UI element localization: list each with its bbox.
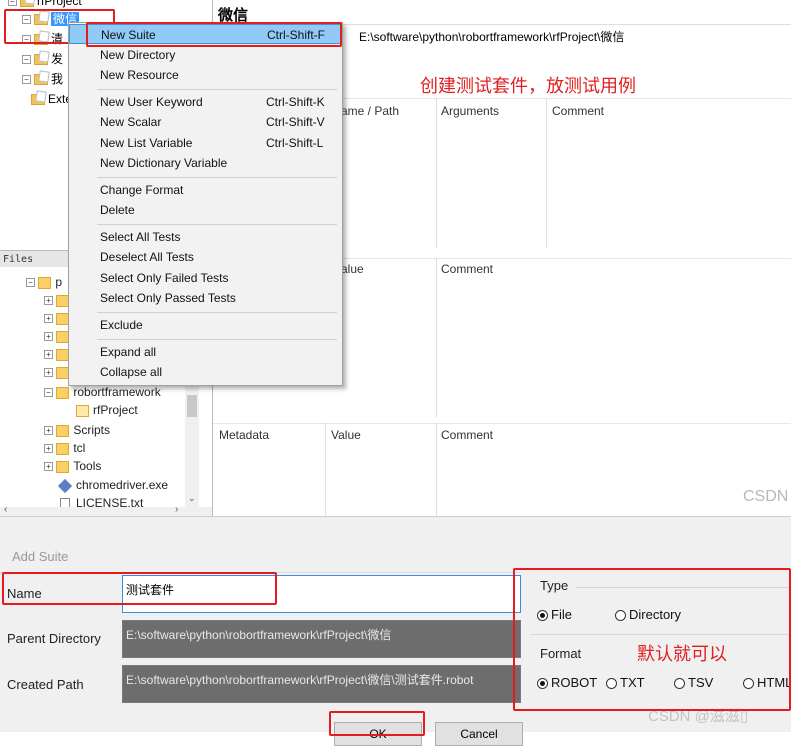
menu-item-exclude[interactable]: Exclude xyxy=(69,315,342,335)
file-item[interactable]: rfProject xyxy=(76,401,138,419)
chevron-down-icon[interactable]: ⌄ xyxy=(188,493,196,504)
divider xyxy=(343,258,791,259)
divider xyxy=(343,98,791,99)
files-horizontal-scrollbar[interactable]: ‹ › xyxy=(0,504,212,516)
created-path-field: E:\software\python\robortframework\rfPro… xyxy=(122,665,521,703)
highlight-box xyxy=(86,22,342,47)
collapse-icon[interactable]: − xyxy=(8,0,17,7)
var-value-header: alue xyxy=(341,262,364,276)
expand-icon[interactable]: + xyxy=(44,350,53,360)
expand-icon[interactable]: + xyxy=(44,296,53,306)
cancel-button[interactable]: Cancel xyxy=(435,722,523,746)
parent-directory-label: Parent Directory xyxy=(7,631,101,646)
chevron-right-icon[interactable]: › xyxy=(175,504,178,515)
divider xyxy=(325,423,326,516)
collapse-icon[interactable]: − xyxy=(22,55,31,65)
folder-icon xyxy=(56,424,70,437)
divider xyxy=(436,423,437,516)
menu-item-new-directory[interactable]: New Directory xyxy=(69,45,342,65)
folder-icon xyxy=(56,460,70,473)
menu-item-change-format[interactable]: Change Format xyxy=(69,180,342,200)
divider xyxy=(213,423,791,424)
divider xyxy=(436,258,437,418)
folder-icon xyxy=(56,386,70,399)
menu-item-expand-all[interactable]: Expand all xyxy=(69,342,342,362)
folder-icon xyxy=(38,276,52,289)
highlight-box xyxy=(513,568,791,711)
menu-item-select-only-passed[interactable]: Select Only Passed Tests xyxy=(69,288,342,308)
source-path: E:\software\python\robortframework\rfPro… xyxy=(359,30,625,44)
expand-icon[interactable]: + xyxy=(44,332,53,342)
var-comment-header: Comment xyxy=(441,262,494,276)
menu-item-delete[interactable]: Delete xyxy=(69,200,342,220)
highlight-box xyxy=(2,572,277,605)
scroll-thumb[interactable] xyxy=(187,395,197,417)
menu-separator xyxy=(97,89,337,90)
menu-item-deselect-all-tests[interactable]: Deselect All Tests xyxy=(69,247,342,267)
menu-separator xyxy=(97,177,337,178)
file-item[interactable]: − p xyxy=(26,273,62,291)
col-arguments: Arguments xyxy=(441,104,500,118)
menu-item-new-list-variable[interactable]: New List Variable Ctrl-Shift-L xyxy=(69,133,342,153)
collapse-icon[interactable]: − xyxy=(26,278,35,288)
menu-item-select-all-tests[interactable]: Select All Tests xyxy=(69,227,342,247)
folder-icon xyxy=(31,94,45,106)
tree-node-external[interactable]: Exte xyxy=(28,90,72,108)
col-comment: Comment xyxy=(552,104,605,118)
parent-directory-field: E:\software\python\robortframework\rfPro… xyxy=(122,620,521,658)
folder-icon xyxy=(20,0,34,8)
menu-item-new-user-keyword[interactable]: New User Keyword Ctrl-Shift-K xyxy=(69,92,342,112)
watermark: CSDN xyxy=(743,488,789,505)
expand-icon[interactable]: + xyxy=(44,444,53,454)
meta-metadata-header: Metadata xyxy=(219,428,270,442)
menu-separator xyxy=(97,339,337,340)
expand-icon[interactable]: + xyxy=(44,462,53,472)
expand-icon[interactable]: + xyxy=(44,426,53,436)
folder-icon xyxy=(34,54,48,66)
menu-item-select-only-failed[interactable]: Select Only Failed Tests xyxy=(69,268,342,288)
annotation-top: 创建测试套件，放测试用例 xyxy=(420,76,636,96)
file-item[interactable]: + Scripts xyxy=(44,421,110,439)
dialog-title: Add Suite xyxy=(12,549,69,564)
folder-icon xyxy=(76,404,89,417)
expand-icon[interactable]: + xyxy=(44,368,53,378)
exe-icon xyxy=(57,478,73,493)
file-item[interactable]: + tcl xyxy=(44,439,85,457)
menu-item-collapse-all[interactable]: Collapse all xyxy=(69,362,342,382)
menu-item-new-resource[interactable]: New Resource xyxy=(69,65,342,85)
collapse-icon[interactable]: − xyxy=(22,75,31,85)
created-path-label: Created Path xyxy=(7,677,84,692)
file-item[interactable]: + Tools xyxy=(44,457,101,475)
col-name-path: ame / Path xyxy=(341,104,400,118)
menu-separator xyxy=(97,312,337,313)
highlight-box xyxy=(329,711,425,736)
tree-node[interactable]: − 我 xyxy=(22,70,63,88)
menu-item-new-scalar[interactable]: New Scalar Ctrl-Shift-V xyxy=(69,112,342,132)
folder-icon xyxy=(56,442,70,455)
context-menu: New Suite Ctrl-Shift-F New Directory New … xyxy=(68,22,343,386)
divider xyxy=(436,98,437,248)
meta-comment-header: Comment xyxy=(441,428,494,442)
folder-icon xyxy=(34,74,48,86)
tree-node[interactable]: − 发 xyxy=(22,50,63,68)
meta-value-header: Value xyxy=(331,428,361,442)
menu-item-new-dictionary-variable[interactable]: New Dictionary Variable xyxy=(69,153,342,173)
expand-icon[interactable]: + xyxy=(44,314,53,324)
chevron-left-icon[interactable]: ‹ xyxy=(4,504,7,515)
divider xyxy=(546,98,547,248)
menu-separator xyxy=(97,224,337,225)
file-item[interactable]: chromedriver.exe xyxy=(57,476,168,494)
collapse-icon[interactable]: − xyxy=(44,388,53,398)
